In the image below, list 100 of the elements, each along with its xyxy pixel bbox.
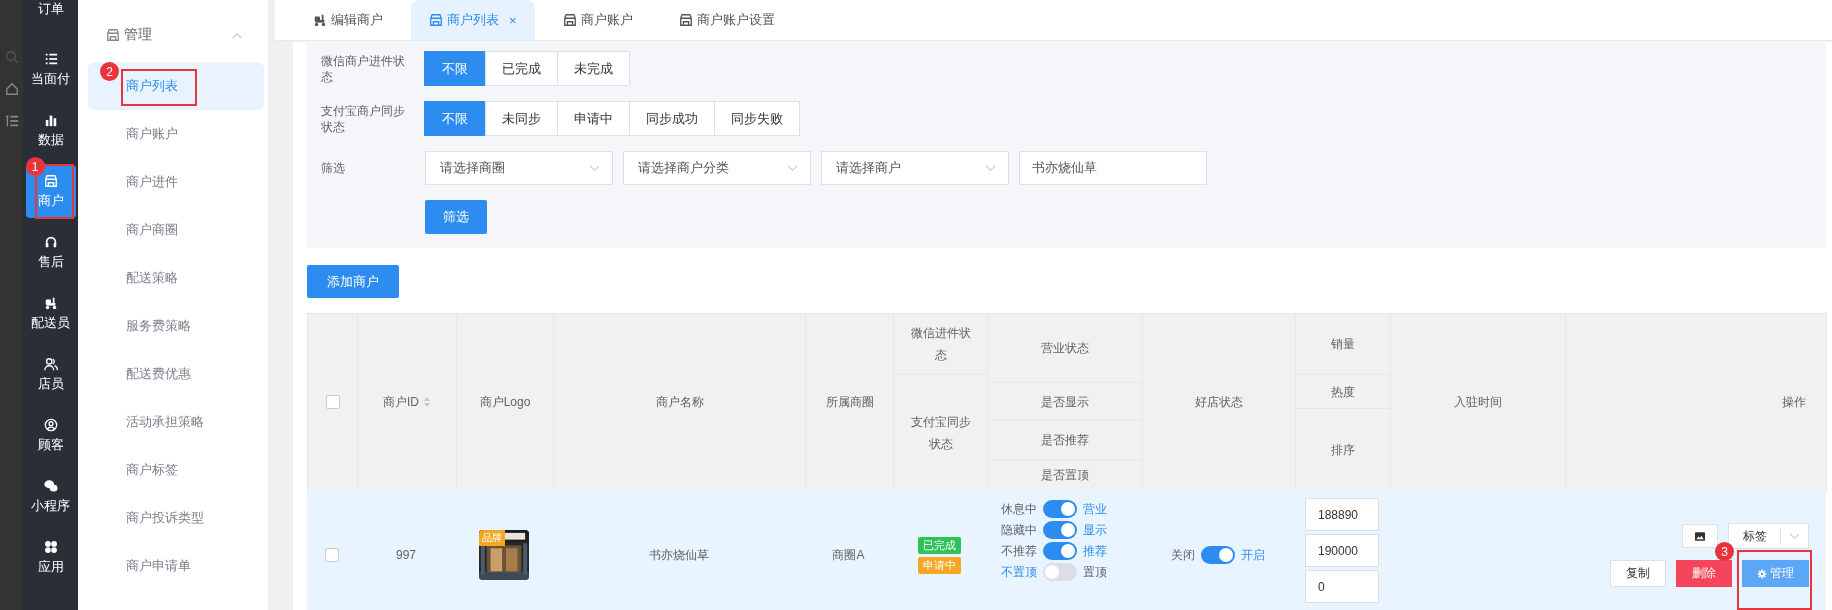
tab[interactable]: 编辑商户 xyxy=(295,0,401,40)
image-button[interactable] xyxy=(1682,524,1718,548)
select-field[interactable]: 请选择商圈 xyxy=(425,151,613,185)
tag-dropdown[interactable]: 标签 xyxy=(1728,523,1809,549)
number-field[interactable]: 190000 xyxy=(1305,534,1379,567)
store-icon xyxy=(106,28,120,42)
switch-label: 推荐 xyxy=(1083,542,1107,560)
chevron-down-icon xyxy=(787,164,798,172)
store-icon xyxy=(43,173,58,188)
submenu-item[interactable]: 配送费优惠 xyxy=(88,350,264,398)
search-icon[interactable] xyxy=(4,50,19,64)
list-icon xyxy=(43,51,58,66)
submenu-item[interactable]: 配送策略 xyxy=(88,254,264,302)
submenu-item[interactable]: 商户标签 xyxy=(88,446,264,494)
tab[interactable]: 商户账户 xyxy=(544,0,651,40)
tab[interactable]: 商户账户设置 xyxy=(660,0,793,40)
switch-label: 营业 xyxy=(1083,500,1107,518)
search-field[interactable]: 书亦烧仙草 xyxy=(1019,151,1207,185)
column-header: 是否置顶 xyxy=(1041,467,1089,484)
filter-option[interactable]: 未完成 xyxy=(557,51,630,86)
sidebar-item[interactable]: 配送员 xyxy=(25,287,76,340)
column-header: 操作 xyxy=(1782,393,1806,411)
submenu-item[interactable]: 商户账户 xyxy=(88,110,264,158)
submenu-item[interactable]: 商户申请单 xyxy=(88,542,264,590)
step-badge: 1 xyxy=(25,157,45,176)
submenu-item[interactable]: 服务费策略 xyxy=(88,302,264,350)
switch-label: 置顶 xyxy=(1083,563,1107,581)
column-header: 商户Logo xyxy=(479,393,531,411)
submenu-item[interactable]: 商户列表 2 xyxy=(88,62,264,110)
column-header: 是否推荐 xyxy=(1041,432,1089,449)
toggle-switch[interactable] xyxy=(1043,542,1077,560)
apps-icon xyxy=(43,539,58,554)
store-icon xyxy=(562,13,577,27)
menu-group-header[interactable]: 管理 xyxy=(88,8,264,62)
list-icon[interactable] xyxy=(4,114,19,128)
toggle-switch[interactable] xyxy=(1201,546,1235,564)
submenu-item[interactable]: 活动承担策略 xyxy=(88,398,264,446)
switch-label: 不置顶 xyxy=(1001,563,1037,581)
number-field[interactable]: 188890 xyxy=(1305,498,1379,531)
sidebar-item[interactable]: 售后 xyxy=(25,226,76,279)
filter-option[interactable]: 同步失败 xyxy=(714,101,800,136)
filter-option[interactable]: 已完成 xyxy=(485,51,558,86)
store-icon xyxy=(678,13,693,27)
people-icon xyxy=(43,356,58,371)
column-header: 好店状态 xyxy=(1195,393,1243,411)
column-header[interactable]: 商户ID xyxy=(383,393,419,411)
column-header: 销量 xyxy=(1331,336,1355,353)
sidebar-item[interactable]: 数据 xyxy=(25,104,76,157)
column-header: 入驻时间 xyxy=(1454,393,1502,411)
sidebar-item[interactable]: 当面付 xyxy=(25,43,76,96)
step-badge: 2 xyxy=(100,62,119,81)
toggle-switch[interactable] xyxy=(1043,500,1077,518)
submenu-item[interactable]: 商户进件 xyxy=(88,158,264,206)
headset-icon xyxy=(43,234,58,249)
sidebar-item[interactable]: 订单 xyxy=(25,0,76,35)
select-field[interactable]: 请选择商户分类 xyxy=(623,151,811,185)
filter-label: 微信商户进件状态 xyxy=(321,52,406,85)
sidebar-item[interactable]: 小程序 xyxy=(25,470,76,523)
submenu-item[interactable]: 商户投诉类型 xyxy=(88,494,264,542)
scooter-icon xyxy=(313,13,327,27)
column-header: 支付宝同步状态 xyxy=(909,413,972,453)
chevron-down-icon xyxy=(985,164,996,172)
filter-option[interactable]: 未同步 xyxy=(485,101,558,136)
status-tag: 已完成 xyxy=(918,536,961,554)
switch-label: 休息中 xyxy=(1001,500,1037,518)
number-field[interactable]: 0 xyxy=(1305,570,1379,603)
filter-option[interactable]: 申请中 xyxy=(557,101,630,136)
toggle-switch[interactable] xyxy=(1043,521,1077,539)
column-header: 商户名称 xyxy=(655,393,704,411)
switch-label: 开启 xyxy=(1241,546,1265,564)
user-icon xyxy=(43,417,58,432)
chevron-down-icon xyxy=(1789,532,1800,540)
image-icon xyxy=(1695,531,1705,541)
sidebar-item[interactable]: 顾客 xyxy=(25,409,76,462)
column-header: 排序 xyxy=(1331,441,1355,459)
brand-badge: 品牌 xyxy=(479,530,505,546)
column-header: 微信进件状态 xyxy=(909,325,972,364)
checkbox[interactable] xyxy=(325,395,340,409)
store-icon xyxy=(429,13,443,27)
sidebar-item[interactable]: 应用 xyxy=(25,531,76,584)
select-field[interactable]: 请选择商户 xyxy=(821,151,1009,185)
column-header: 所属商圈 xyxy=(825,393,874,411)
column-header: 是否显示 xyxy=(1041,393,1089,411)
status-tag: 申请中 xyxy=(918,556,961,574)
column-header: 热度 xyxy=(1331,383,1355,401)
chevron-down-icon xyxy=(589,164,600,172)
toggle-switch[interactable] xyxy=(1043,563,1077,581)
filter-label: 筛选 xyxy=(321,160,346,176)
column-header: 营业状态 xyxy=(1041,340,1089,357)
submenu-item[interactable]: 商户商圈 xyxy=(88,206,264,254)
home-icon[interactable] xyxy=(4,82,19,96)
sidebar-item[interactable]: 店员 xyxy=(25,348,76,401)
delete-button[interactable]: 删除 xyxy=(1676,560,1732,587)
table-cell: 书亦烧仙草 xyxy=(648,546,709,564)
table-cell: 997 xyxy=(396,548,416,562)
switch-label: 关闭 xyxy=(1171,546,1195,564)
filter-option[interactable]: 同步成功 xyxy=(629,101,715,136)
caret-icon xyxy=(232,31,242,39)
checkbox[interactable] xyxy=(324,548,339,562)
copy-button[interactable]: 复制 xyxy=(1610,560,1666,587)
